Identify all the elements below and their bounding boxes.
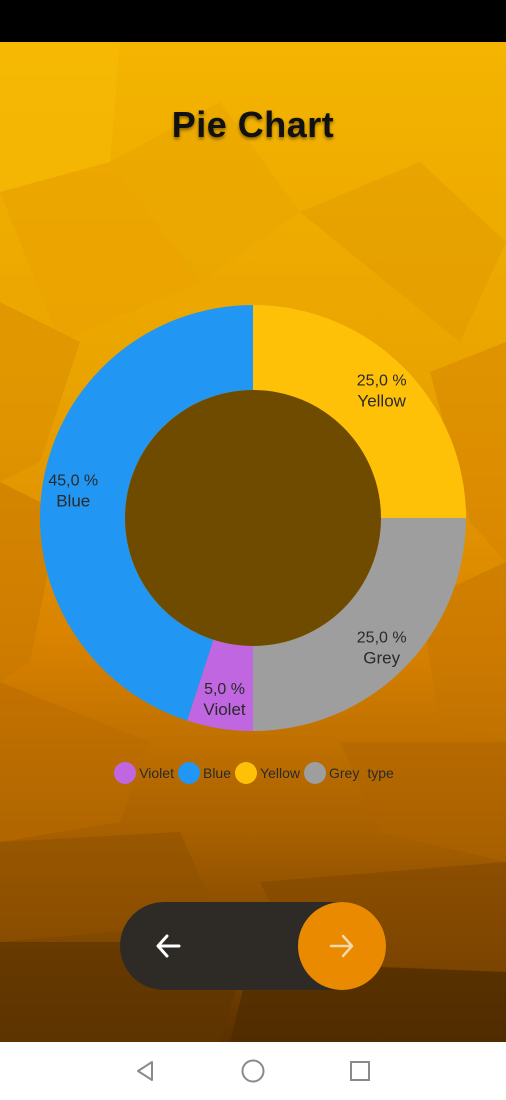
next-button[interactable] — [298, 902, 386, 990]
chart-legend: Violet Blue Yellow Grey type — [0, 762, 506, 784]
legend-item-blue: Blue — [177, 762, 232, 784]
legend-label: Violet — [139, 765, 174, 781]
arrow-left-icon[interactable] — [148, 926, 188, 966]
arrow-right-icon — [329, 934, 354, 958]
legend-swatch — [114, 762, 137, 784]
legend-suffix: type — [367, 765, 394, 781]
triangle-back-icon[interactable] — [130, 1056, 160, 1086]
screen: Pie Chart 5,0 % Violet 45,0 % Blue 25,0 % Yel… — [0, 0, 506, 1100]
legend-label: Blue — [202, 765, 232, 781]
legend-label: Yellow — [260, 765, 300, 781]
circle-home-icon[interactable] — [238, 1056, 268, 1086]
slice-name-label: Yellow — [357, 391, 406, 410]
legend-swatch — [177, 762, 200, 784]
nav-pill — [120, 902, 386, 990]
slice-value-label: 5,0 % — [204, 681, 245, 698]
square-recents-icon[interactable] — [345, 1056, 375, 1086]
donut-hole — [125, 390, 381, 646]
legend-item-grey: Grey — [303, 762, 360, 784]
slice-name-label: Grey — [363, 649, 400, 668]
legend-item-violet: Violet — [114, 762, 174, 784]
slice-value-label: 25,0 % — [357, 630, 407, 647]
pie-chart: 5,0 % Violet 45,0 % Blue 25,0 % Yellow 25,0 % G… — [40, 305, 466, 731]
legend-item-yellow: Yellow — [235, 762, 300, 784]
system-navigation-bar — [0, 1042, 506, 1100]
slice-name-label: Blue — [56, 492, 90, 511]
slice-name-label: Violet — [203, 700, 245, 719]
slice-value-label: 45,0 % — [48, 473, 98, 490]
status-bar — [0, 0, 506, 42]
legend-swatch — [235, 762, 258, 784]
slice-value-label: 25,0 % — [357, 372, 407, 389]
legend-swatch — [303, 762, 326, 784]
legend-label: Grey — [328, 765, 360, 781]
page-title: Pie Chart — [171, 104, 335, 145]
